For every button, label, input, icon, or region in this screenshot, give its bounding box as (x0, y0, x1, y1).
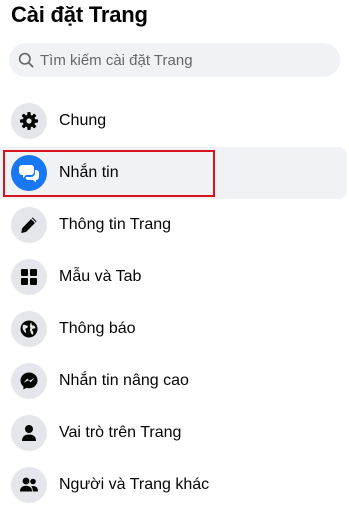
menu-item-people-other-pages[interactable]: Người và Trang khác (0, 459, 349, 509)
menu-item-label: Người và Trang khác (59, 476, 210, 493)
gear-icon (11, 103, 47, 139)
menu-item-messaging[interactable]: Nhắn tin (0, 147, 347, 199)
menu-item-page-info[interactable]: Thông tin Trang (0, 199, 349, 251)
menu-item-advanced-messaging[interactable]: Nhắn tin nâng cao (0, 355, 349, 407)
menu-item-notifications[interactable]: Thông báo (0, 303, 349, 355)
menu-item-label: Chung (59, 112, 107, 129)
globe-icon (11, 311, 47, 347)
messenger-icon (11, 363, 47, 399)
menu-item-label: Nhắn tin (59, 164, 119, 181)
settings-menu: Chung Nhắn tin Thông tin Trang Mẫu và Ta… (0, 95, 349, 509)
menu-item-general[interactable]: Chung (0, 95, 349, 147)
person-icon (11, 415, 47, 451)
menu-item-label: Thông tin Trang (59, 216, 172, 233)
pencil-icon (11, 207, 47, 243)
page-settings-panel: Cài đặt Trang Chun (0, 0, 349, 509)
people-icon (11, 467, 47, 503)
search-bar[interactable] (9, 43, 340, 77)
menu-item-page-roles[interactable]: Vai trò trên Trang (0, 407, 349, 459)
grid-icon (11, 259, 47, 295)
page-title: Cài đặt Trang (11, 2, 148, 27)
search-input[interactable] (40, 51, 320, 69)
search-icon (18, 52, 34, 68)
menu-item-label: Thông báo (59, 320, 136, 337)
menu-item-label: Mẫu và Tab (59, 268, 142, 285)
chat-bubbles-icon (11, 155, 47, 191)
menu-item-templates-tabs[interactable]: Mẫu và Tab (0, 251, 349, 303)
menu-item-label: Vai trò trên Trang (59, 424, 182, 441)
menu-item-label: Nhắn tin nâng cao (59, 372, 189, 389)
